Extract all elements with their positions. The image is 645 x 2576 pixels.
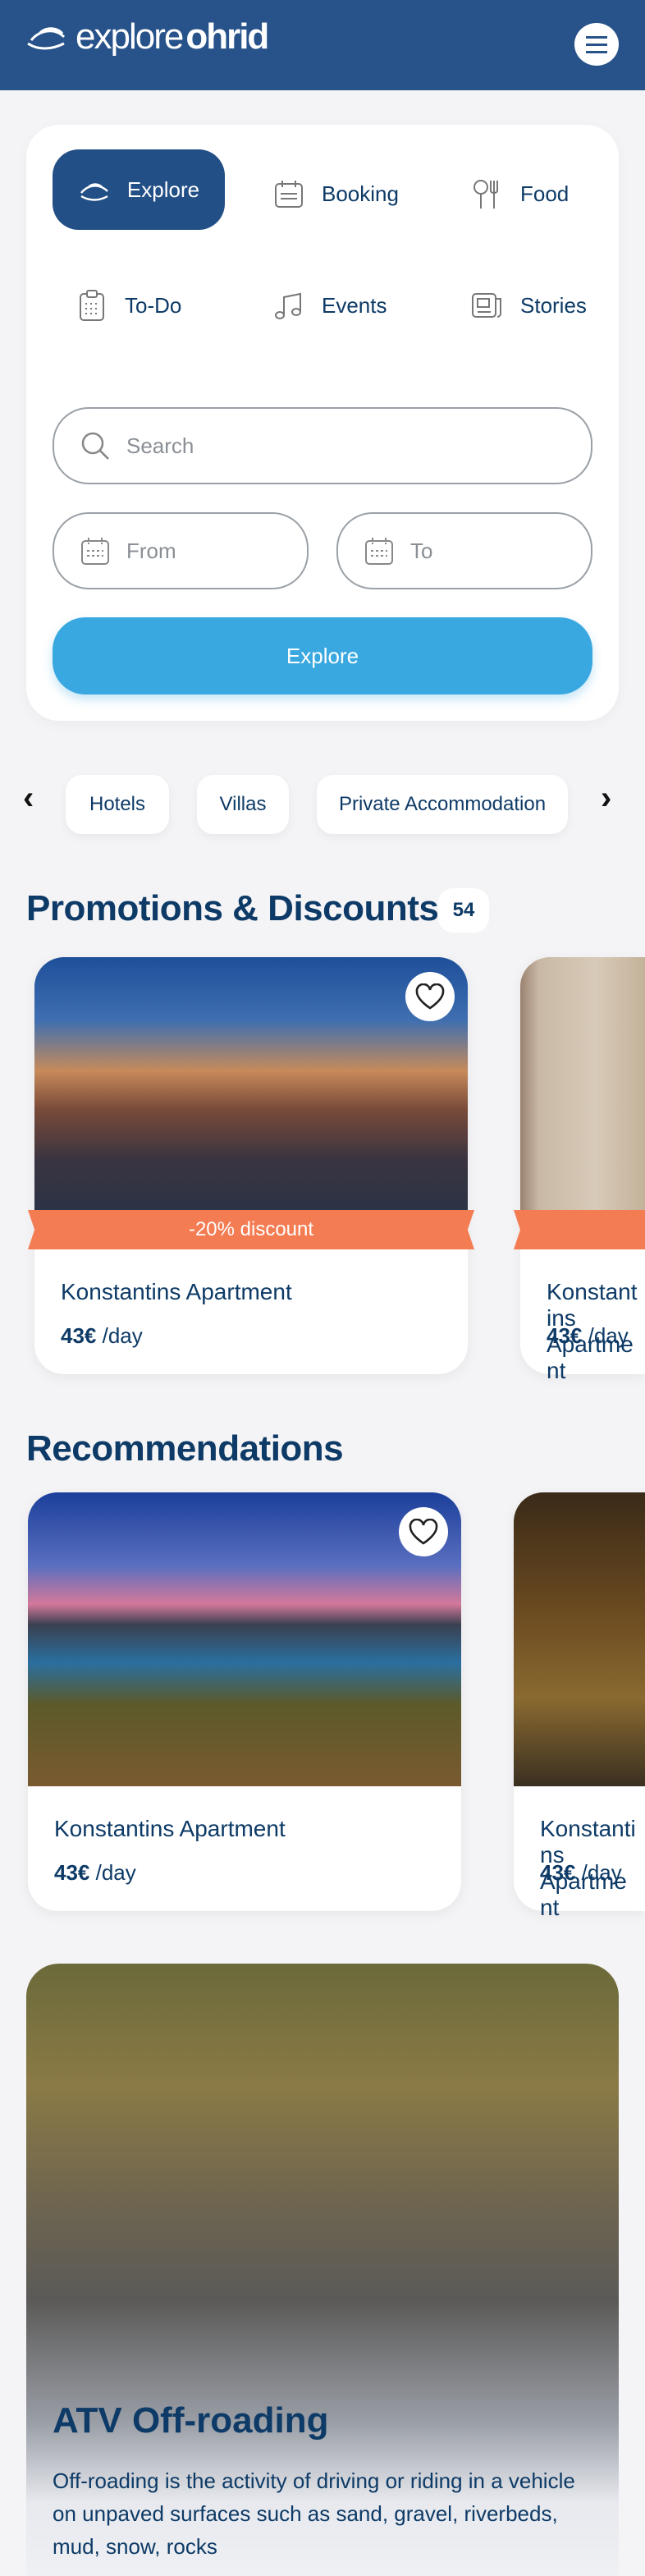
tab-label: Food [520, 181, 570, 206]
tab-label: Explore [126, 176, 200, 202]
listing-price: 43€ /day [54, 1860, 136, 1885]
logo-light: explore [75, 16, 184, 57]
favorite-heart-icon[interactable] [405, 972, 455, 1021]
to-placeholder: To [410, 538, 433, 563]
newspaper-icon [472, 293, 501, 318]
explore-logo-icon [80, 183, 108, 201]
logo-icon [27, 27, 66, 50]
listing-image [34, 957, 468, 1210]
listing-image [514, 1492, 645, 1786]
tab-label: Stories [520, 292, 587, 318]
app-header: explore ohrid [0, 0, 645, 90]
chip-private-accommodation[interactable]: Private Accommodation [317, 775, 568, 834]
calendar-icon [365, 538, 393, 565]
tab-label: Booking [322, 181, 399, 206]
chip-hotels[interactable]: Hotels [66, 775, 169, 834]
hamburger-menu-button[interactable] [574, 23, 619, 66]
listing-price: 43€ /day [547, 1323, 629, 1348]
chevron-right-icon[interactable]: › [601, 780, 611, 817]
promo-card[interactable]: -20% discount Konstantins Apartment 43€ … [28, 957, 474, 1374]
promotions-heading: Promotions & Discounts [26, 888, 439, 928]
chip-villas[interactable]: Villas [197, 775, 289, 834]
calendar-icon [81, 538, 109, 565]
tab-booking[interactable]: Booking [272, 177, 399, 210]
utensils-icon [473, 180, 498, 209]
search-panel: Explore Booking Food To-Do Events Storie… [26, 125, 619, 721]
recommendation-card[interactable]: Konstantins Apartment 43€ /day [514, 1492, 645, 1920]
listing-image [28, 1492, 461, 1786]
search-placeholder: Search [126, 433, 194, 458]
promo-card[interactable]: Konstantins Apartment 43€ /day [514, 957, 645, 1383]
feature-title: ATV Off-roading [53, 2400, 329, 2441]
listing-name: Konstantins Apartment [61, 1279, 292, 1304]
recommendations-heading: Recommendations [26, 1428, 344, 1469]
favorite-heart-icon[interactable] [399, 1507, 448, 1556]
tab-stories[interactable]: Stories [471, 289, 587, 322]
music-note-icon [275, 292, 301, 319]
to-date-input[interactable]: To [336, 512, 592, 589]
tab-todo[interactable]: To-Do [75, 289, 181, 322]
tab-label: To-Do [125, 292, 182, 318]
recommendation-card[interactable]: Konstantins Apartment 43€ /day [28, 1492, 461, 1911]
tab-events[interactable]: Events [272, 289, 387, 322]
promotions-count-badge: 54 [438, 888, 489, 933]
explore-button[interactable]: Explore [53, 617, 592, 694]
featured-activity-card[interactable]: ATV Off-roading Off-roading is the activ… [26, 1964, 619, 2576]
clipboard-icon [80, 290, 104, 321]
discount-ribbon [514, 1210, 645, 1249]
listing-image [520, 957, 645, 1210]
search-input[interactable]: Search [53, 407, 592, 484]
chevron-left-icon[interactable]: ‹ [23, 780, 34, 817]
search-icon [81, 432, 109, 460]
tab-label: Events [322, 292, 387, 318]
from-placeholder: From [126, 538, 176, 563]
listing-price: 43€ /day [540, 1860, 622, 1885]
tab-food[interactable]: Food [471, 177, 569, 210]
feature-description: Off-roading is the activity of driving o… [53, 2468, 575, 2559]
listing-name: Konstantins Apartment [54, 1816, 286, 1841]
from-date-input[interactable]: From [53, 512, 309, 589]
calendar-icon [275, 181, 303, 208]
logo-bold: ohrid [185, 16, 269, 57]
discount-ribbon: -20% discount [28, 1210, 474, 1249]
logo[interactable]: explore ohrid [26, 16, 269, 57]
listing-price: 43€ /day [61, 1323, 143, 1348]
tab-explore[interactable]: Explore [53, 149, 225, 230]
